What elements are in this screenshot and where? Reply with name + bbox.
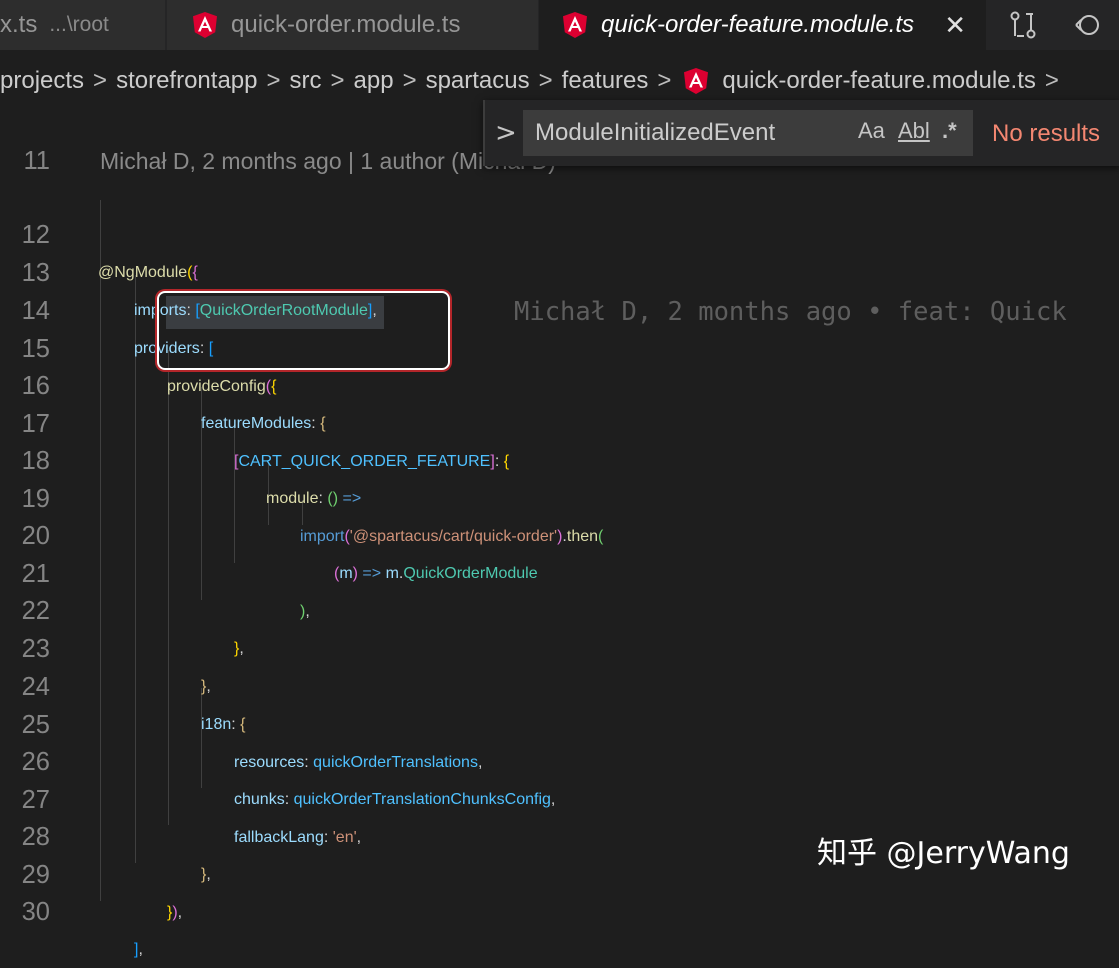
line-12: 12 @NgModule({ [0, 180, 1119, 281]
whole-word-icon[interactable]: Abl [898, 118, 930, 144]
line-22: 22 }, [0, 556, 1119, 657]
chevron-right-icon: > [1044, 67, 1059, 94]
line-20: 20 (m) => m.QuickOrderModule [0, 481, 1119, 582]
line-28: 28 }, [0, 782, 1119, 883]
code-line: }), [167, 904, 183, 921]
tab-quick-order-module[interactable]: quick-order.module.ts [167, 0, 538, 50]
angular-icon [193, 12, 217, 38]
chevron-right-icon: > [402, 67, 417, 94]
tab-quick-order-feature-module[interactable]: quick-order-feature.module.ts ✕ [539, 0, 986, 50]
close-icon[interactable]: ✕ [944, 10, 966, 41]
breadcrumb-item-file[interactable]: quick-order-feature.module.ts [722, 67, 1035, 95]
line-27: 27 fallbackLang: 'en', [0, 745, 1119, 846]
line-17: 17 [CART_QUICK_ORDER_FEATURE]: { [0, 369, 1119, 470]
go-back-icon[interactable] [1070, 8, 1104, 42]
line-26: 26 chunks: quickOrderTranslationChunksCo… [0, 707, 1119, 808]
tab-path: ...\root [49, 13, 109, 36]
line-21: 21 ), [0, 519, 1119, 620]
breadcrumb-item-src[interactable]: src [290, 67, 322, 95]
chevron-right-icon: > [266, 67, 281, 94]
breadcrumb-item-spartacus[interactable]: spartacus [426, 67, 530, 95]
regex-icon[interactable]: .* [942, 118, 957, 144]
compare-changes-icon[interactable] [1006, 8, 1040, 42]
tab-root-ts[interactable]: x.ts ...\root [0, 0, 166, 50]
match-case-icon[interactable]: Aa [858, 118, 885, 144]
breadcrumb-item-features[interactable]: features [562, 67, 649, 95]
line-number: 11 [23, 147, 50, 175]
line-19: 19 import('@spartacus/cart/quick-order')… [0, 444, 1119, 545]
line-23: 23 }, [0, 594, 1119, 695]
watermark: 知乎 @JerryWang [817, 836, 1070, 871]
angular-icon [563, 12, 587, 38]
tab-label: x.ts [0, 11, 38, 38]
toggle-replace-chevron-icon[interactable]: > [495, 118, 517, 148]
chevron-right-icon: > [657, 67, 672, 94]
git-blame-line[interactable]: Michał D, 2 months ago • feat: Quick [514, 294, 1067, 331]
line-number: 30 [21, 898, 50, 926]
chevron-right-icon: > [538, 67, 553, 94]
tab-label: quick-order.module.ts [231, 11, 461, 38]
tab-bar: x.ts ...\root quick-order.module.ts quic… [0, 0, 1119, 50]
chevron-right-icon: > [93, 67, 108, 94]
line-13: 13 imports: [QuickOrderRootModule], [0, 218, 1119, 319]
line-25: 25 resources: quickOrderTranslations, [0, 670, 1119, 771]
tab-label: quick-order-feature.module.ts [601, 11, 915, 38]
annotation-highlight-box [157, 291, 450, 370]
code-line: ], [134, 941, 143, 958]
chevron-right-icon: > [330, 67, 345, 94]
breadcrumb-item-projects[interactable]: projects [0, 67, 84, 95]
line-24: 24 i18n: { [0, 632, 1119, 733]
find-status: No results [992, 120, 1101, 147]
breadcrumb-item-storefrontapp[interactable]: storefrontapp [116, 67, 257, 95]
line-14: 14 providers: [ [0, 256, 1119, 357]
line-18: 18 module: () => [0, 406, 1119, 507]
angular-icon [684, 68, 709, 94]
breadcrumb-item-app[interactable]: app [354, 67, 394, 95]
find-widget: > Aa Abl .* No results [483, 100, 1119, 166]
